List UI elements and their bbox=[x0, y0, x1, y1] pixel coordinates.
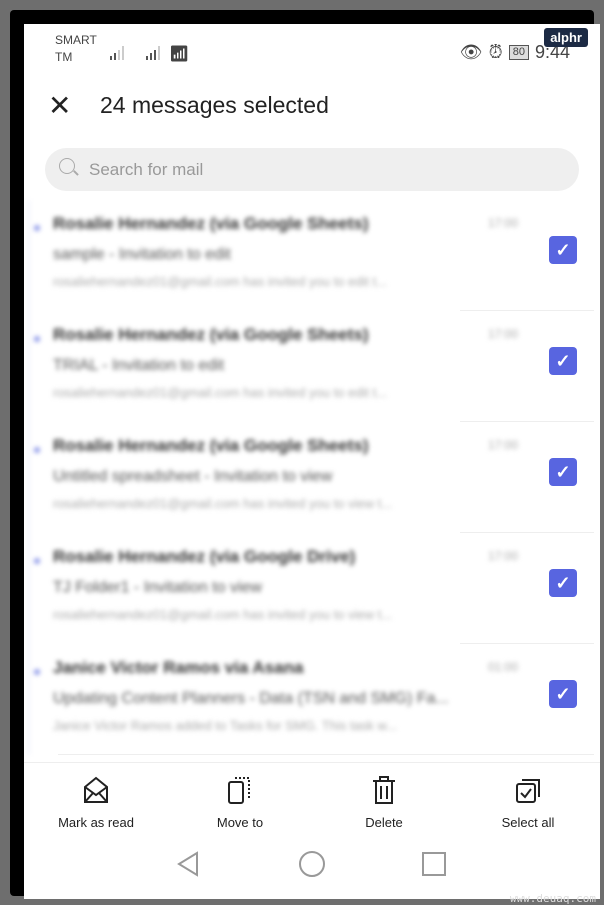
delete-button[interactable]: Delete bbox=[312, 763, 456, 842]
checkbox-checked[interactable]: ✓ bbox=[549, 236, 577, 264]
envelope-open-icon bbox=[24, 775, 168, 805]
select-all-button[interactable]: Select all bbox=[456, 763, 600, 842]
move-to-button[interactable]: Move to bbox=[168, 763, 312, 842]
unread-dot bbox=[34, 336, 40, 342]
unread-dot bbox=[34, 447, 40, 453]
select-all-icon bbox=[456, 775, 600, 805]
close-icon[interactable]: ✕ bbox=[48, 92, 71, 120]
navigation-bar bbox=[24, 844, 600, 888]
checkbox-checked[interactable]: ✓ bbox=[549, 680, 577, 708]
selection-header: ✕ 24 messages selected bbox=[24, 84, 600, 128]
subject: TRIAL - Invitation to edit bbox=[53, 357, 225, 374]
list-item[interactable]: Rosalie Hernandez (via Google Sheets) 17… bbox=[28, 200, 600, 311]
carrier-name: SMART bbox=[55, 33, 97, 47]
time: 17:00 bbox=[487, 549, 518, 563]
subject: TJ Folder1 - Invitation to view bbox=[53, 579, 262, 596]
mark-as-read-button[interactable]: Mark as read bbox=[24, 763, 168, 842]
screen: alphr SMART TM 📶︎ 👁︎ ⏰︎ 80 9:44 ✕ 24 mess… bbox=[24, 24, 600, 899]
carrier: SMART TM bbox=[55, 32, 97, 66]
list-item[interactable]: Rosalie Hernandez (via Google Sheets) 17… bbox=[28, 422, 600, 533]
subject: Updating Content Planners - Data (TSN an… bbox=[53, 690, 449, 707]
checkbox-checked[interactable]: ✓ bbox=[549, 569, 577, 597]
list-item[interactable]: Rosalie Hernandez (via Google Drive) 17:… bbox=[28, 533, 600, 644]
wifi-icon: 📶︎ bbox=[169, 46, 190, 63]
divider bbox=[58, 754, 594, 755]
signal-icon bbox=[110, 46, 124, 60]
subject: sample - Invitation to edit bbox=[53, 246, 231, 263]
signal-icon-2 bbox=[146, 46, 160, 60]
search-bar[interactable] bbox=[45, 148, 579, 191]
back-icon[interactable] bbox=[175, 850, 201, 878]
watermark: www.deuaq.com bbox=[509, 892, 596, 905]
list-item[interactable]: Rosalie Hernandez (via Google Sheets) 17… bbox=[28, 311, 600, 422]
sender: Janice Victor Ramos via Asana bbox=[53, 658, 304, 677]
battery-icon: 80 bbox=[508, 45, 529, 60]
unread-dot bbox=[34, 669, 40, 675]
search-icon bbox=[59, 158, 75, 174]
action-label: Move to bbox=[216, 815, 264, 830]
checkbox-checked[interactable]: ✓ bbox=[549, 458, 577, 486]
page-title: 24 messages selected bbox=[100, 92, 329, 118]
preview: rosaliehernandez01@gmail.com has invited… bbox=[53, 385, 388, 400]
preview: rosaliehernandez01@gmail.com has invited… bbox=[53, 496, 393, 511]
recents-icon[interactable] bbox=[421, 850, 447, 878]
preview: rosaliehernandez01@gmail.com has invited… bbox=[53, 274, 388, 289]
preview: Janice Victor Ramos added to Tasks for S… bbox=[53, 718, 397, 733]
message-list[interactable]: Rosalie Hernandez (via Google Sheets) 17… bbox=[28, 200, 600, 755]
sender: Rosalie Hernandez (via Google Sheets) bbox=[53, 325, 369, 344]
alarm-icon: ⏰︎ bbox=[488, 42, 503, 62]
trash-icon bbox=[312, 775, 456, 805]
subject: Untitled spreadsheet - Invitation to vie… bbox=[53, 468, 333, 485]
action-label: Mark as read bbox=[58, 815, 134, 830]
phone-frame: alphr SMART TM 📶︎ 👁︎ ⏰︎ 80 9:44 ✕ 24 mess… bbox=[10, 10, 600, 899]
carrier-name-2: TM bbox=[55, 50, 73, 64]
unread-dot bbox=[34, 225, 40, 231]
preview: rosaliehernandez01@gmail.com has invited… bbox=[53, 607, 393, 622]
time: 17:00 bbox=[487, 327, 518, 341]
sender: Rosalie Hernandez (via Google Drive) bbox=[53, 547, 356, 566]
search-input[interactable] bbox=[89, 148, 549, 191]
eye-comfort-icon: 👁︎ bbox=[459, 42, 483, 62]
time: 17:00 bbox=[487, 438, 518, 452]
action-bar: Mark as read Move to Delete Select all bbox=[24, 762, 600, 842]
alphr-logo: alphr bbox=[544, 28, 588, 47]
sender: Rosalie Hernandez (via Google Sheets) bbox=[53, 436, 369, 455]
time: 01:00 bbox=[487, 660, 518, 674]
list-item[interactable]: Janice Victor Ramos via Asana 01:00 Upda… bbox=[28, 644, 600, 755]
status-bar: SMART TM 📶︎ 👁︎ ⏰︎ 80 9:44 bbox=[24, 32, 600, 72]
unread-dot bbox=[34, 558, 40, 564]
sender: Rosalie Hernandez (via Google Sheets) bbox=[53, 214, 369, 233]
action-label: Delete bbox=[365, 815, 403, 830]
checkbox-checked[interactable]: ✓ bbox=[549, 347, 577, 375]
action-label: Select all bbox=[501, 815, 555, 830]
home-icon[interactable] bbox=[298, 850, 326, 878]
time: 17:00 bbox=[487, 216, 518, 230]
move-icon bbox=[168, 775, 312, 805]
